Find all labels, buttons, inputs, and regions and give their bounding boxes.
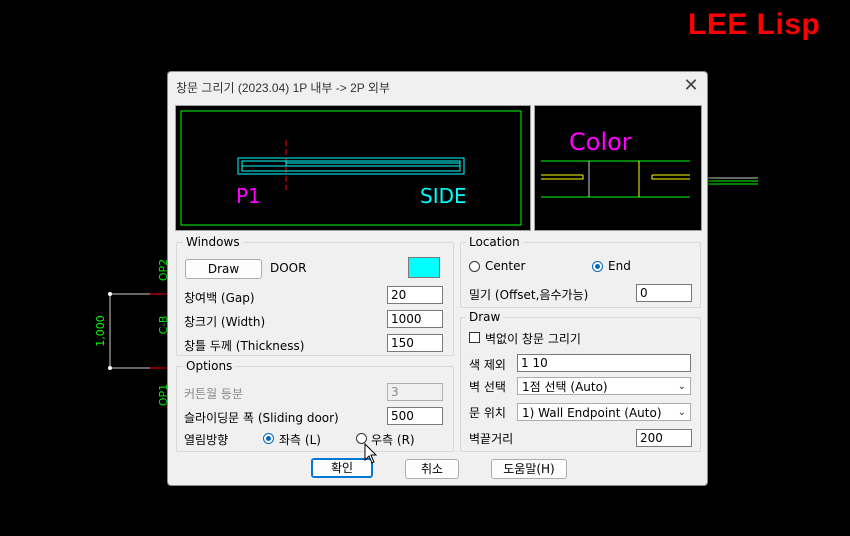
curtain-wall-label: 커튼월 등분 [184,387,244,401]
options-group-title: Options [183,359,236,373]
cad-dimension-text: 1,000 [94,315,107,347]
location-end-radio[interactable] [592,261,603,272]
location-group-title: Location [466,235,523,249]
open-direction-label: 열림방향 [184,433,229,447]
wall-select-value: 1점 선택 (Auto) [522,380,608,394]
preview-label-p1: P1 [236,184,261,208]
window-dialog: 창문 그리기 (2023.04) 1P 내부 -> 2P 외부 ✕ P1 SID… [167,71,708,486]
color-exclude-input[interactable]: 1 10 [517,354,691,372]
type-label: DOOR [270,261,307,275]
chevron-down-icon: ⌄ [677,407,686,418]
door-position-label: 문 위치 [469,406,506,420]
wall-end-distance-input[interactable]: 200 [636,429,692,447]
color-preview-canvas: Color [541,128,690,198]
offset-input[interactable]: 0 [636,284,692,302]
window-preview-canvas: P1 SIDE [180,110,522,226]
cad-background-drawing: 1,000 OP2 C-B OP1 [94,259,170,406]
offset-label: 밀기 (Offset,음수가능) [469,288,589,302]
close-icon[interactable]: ✕ [680,76,702,98]
gap-label: 창여백 (Gap) [184,291,255,305]
wall-end-distance-label: 벽끝거리 [469,432,514,446]
thickness-input[interactable]: 150 [387,334,443,352]
location-center-label[interactable]: Center [485,259,525,273]
gap-input[interactable]: 20 [387,286,443,304]
preview-panel-main: P1 SIDE [175,105,531,231]
curtain-wall-input: 3 [387,383,443,401]
color-swatch-button[interactable] [408,257,440,278]
title-bar[interactable]: 창문 그리기 (2023.04) 1P 내부 -> 2P 외부 ✕ [168,72,707,102]
draw-group-title: Draw [466,310,504,324]
chevron-down-icon: ⌄ [677,381,686,392]
mouse-cursor-icon [364,443,378,464]
wall-select-label: 벽 선택 [469,380,506,394]
help-button[interactable]: 도움말(H) [491,459,567,479]
width-label: 창크기 (Width) [184,315,266,329]
open-left-radio[interactable] [263,433,274,444]
preview-panel-color: Color [534,105,702,231]
no-wall-checkbox[interactable] [469,332,480,343]
brand-title: LEE Lisp [688,8,821,41]
cancel-button[interactable]: 취소 [405,459,459,479]
location-center-radio[interactable] [469,261,480,272]
width-input[interactable]: 1000 [387,310,443,328]
no-wall-label[interactable]: 벽없이 창문 그리기 [485,330,581,347]
door-position-dropdown[interactable]: 1) Wall Endpoint (Auto) ⌄ [517,403,691,421]
preview-label-color: Color [569,128,632,156]
draw-button[interactable]: Draw [185,259,262,279]
open-left-label[interactable]: 좌측 (L) [279,431,321,448]
location-end-label[interactable]: End [608,259,631,273]
cad-right-lines [706,177,758,185]
wall-select-dropdown[interactable]: 1점 선택 (Auto) ⌄ [517,377,691,395]
window-title: 창문 그리기 (2023.04) 1P 내부 -> 2P 외부 [176,81,390,95]
door-position-value: 1) Wall Endpoint (Auto) [522,406,662,420]
sliding-door-label: 슬라이딩문 폭 (Sliding door) [184,411,339,425]
preview-label-side: SIDE [420,184,467,208]
thickness-label: 창틀 두께 (Thickness) [184,339,305,353]
color-exclude-label: 색 제외 [469,358,506,372]
sliding-door-input[interactable]: 500 [387,407,443,425]
windows-group-title: Windows [183,235,243,249]
